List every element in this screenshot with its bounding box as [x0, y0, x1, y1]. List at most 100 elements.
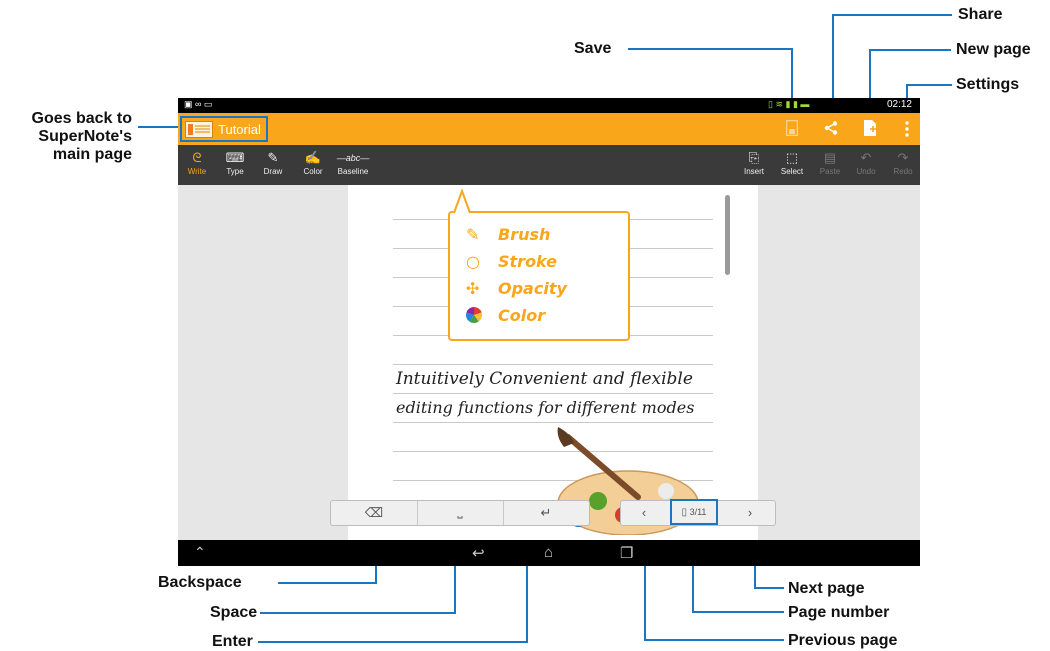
- baseline-icon: —abc—: [336, 153, 370, 163]
- write-label: Write: [187, 167, 207, 176]
- back-callout-line3: main page: [52, 146, 132, 163]
- tip-brush-label: Brush: [498, 225, 551, 244]
- new-page-leader: [869, 49, 951, 51]
- tablet-screen: ▣ ∞ ▭ ▯ ≋ ▮ ▮ ▬ 02:12 Tutorial ᘓ Write ⌨…: [178, 98, 920, 566]
- page-number-indicator[interactable]: ▯ 3/11: [670, 499, 718, 525]
- backspace-icon: ⌫: [364, 505, 384, 520]
- tip-opacity-label: Opacity: [498, 279, 567, 298]
- chevron-left-icon: ‹: [641, 505, 647, 520]
- previous-page-button[interactable]: ‹: [621, 501, 667, 525]
- keyboard-icon: ⌨: [225, 150, 245, 165]
- tool-bar: ᘓ Write ⌨ Type ✎ Draw ✍ Color —abc— Base…: [178, 145, 920, 185]
- brush-option-icon: ✎: [466, 225, 480, 244]
- ruled-line: [393, 393, 713, 394]
- back-callout-line1: Goes back to: [31, 110, 132, 127]
- opacity-option-icon: ✣: [466, 279, 480, 298]
- color-wheel-icon: [465, 306, 488, 325]
- draw-mode-button[interactable]: ✎ Draw: [254, 149, 292, 176]
- enter-callout: Enter: [212, 633, 253, 650]
- share-leader-v: [832, 14, 834, 108]
- share-leader: [832, 14, 952, 16]
- redo-label: Redo: [893, 167, 913, 176]
- notebook-title: Tutorial: [218, 122, 261, 137]
- enter-leader: [258, 641, 528, 643]
- save-callout: Save: [574, 40, 612, 57]
- notebook-icon: [185, 121, 213, 138]
- signal-icons: ▯ ≋ ▮ ▮ ▬: [768, 99, 810, 109]
- new-page-icon[interactable]: [864, 120, 876, 136]
- settings-leader: [906, 84, 952, 86]
- space-callout: Space: [210, 604, 258, 621]
- select-icon: ⬚: [785, 150, 799, 165]
- color-label: Color: [303, 167, 323, 176]
- undo-icon: ↶: [860, 150, 872, 165]
- back-callout-line2: SuperNote's: [38, 128, 132, 145]
- baseline-label: Baseline: [337, 167, 369, 176]
- undo-label: Undo: [856, 167, 876, 176]
- app-switch-up-icon[interactable]: ⌃: [194, 544, 206, 561]
- previous-page-leader: [644, 639, 784, 641]
- enter-button[interactable]: ↵: [503, 501, 589, 525]
- status-time: 02:12: [886, 99, 912, 110]
- tip-stroke: ○ Stroke: [466, 252, 557, 271]
- paste-button[interactable]: ▤ Paste: [811, 149, 849, 176]
- next-page-callout: Next page: [788, 580, 865, 597]
- next-page-button[interactable]: ›: [725, 501, 775, 525]
- system-nav-bar: ⌃ ↩ ⌂ ❐: [178, 540, 920, 566]
- space-button[interactable]: ⎵: [417, 501, 504, 525]
- enter-icon: ↵: [540, 505, 552, 520]
- recent-apps-icon[interactable]: ❐: [620, 544, 633, 562]
- editing-key-bar: ⌫ ⎵ ↵: [330, 500, 590, 526]
- write-icon: ᘓ: [192, 150, 202, 165]
- share-callout: Share: [958, 6, 1003, 23]
- color-button[interactable]: ✍ Color: [294, 149, 332, 176]
- backspace-callout: Backspace: [158, 574, 242, 591]
- share-icon[interactable]: [824, 121, 838, 135]
- title-bar: Tutorial: [178, 113, 920, 145]
- ruled-line: [393, 422, 713, 423]
- ruled-line: [393, 364, 713, 365]
- insert-label: Insert: [743, 167, 764, 176]
- baseline-button[interactable]: —abc— Baseline: [333, 149, 373, 176]
- back-leader: [138, 126, 180, 128]
- space-leader: [260, 612, 456, 614]
- back-icon[interactable]: ↩: [472, 544, 485, 562]
- page-number-leader: [692, 611, 784, 613]
- redo-button[interactable]: ↷ Redo: [884, 149, 920, 176]
- undo-button[interactable]: ↶ Undo: [847, 149, 885, 176]
- handwritten-line-1: Intuitively Convenient and flexible: [396, 369, 693, 389]
- home-icon[interactable]: ⌂: [544, 544, 553, 561]
- insert-button[interactable]: ⎘ Insert: [735, 149, 773, 176]
- previous-page-callout: Previous page: [788, 632, 898, 649]
- next-page-leader: [754, 587, 784, 589]
- handwritten-line-2: editing functions for different modes: [396, 398, 695, 417]
- select-button[interactable]: ⬚ Select: [773, 149, 811, 176]
- pen-options-tip: ✎ Brush ○ Stroke ✣ Opacity Color: [448, 189, 630, 341]
- paste-icon: ▤: [823, 150, 837, 165]
- space-icon: ⎵: [457, 503, 463, 518]
- type-label: Type: [226, 167, 244, 176]
- back-to-main-button[interactable]: Tutorial: [180, 116, 268, 142]
- chevron-right-icon: ›: [747, 505, 753, 520]
- tip-color-label: Color: [498, 306, 546, 325]
- draw-label: Draw: [263, 167, 283, 176]
- scrollbar-thumb[interactable]: [725, 195, 730, 275]
- save-leader: [628, 48, 793, 50]
- page-icon: ▯: [681, 507, 688, 518]
- status-bar: ▣ ∞ ▭ ▯ ≋ ▮ ▮ ▬ 02:12: [178, 98, 920, 113]
- stroke-option-icon: ○: [466, 252, 480, 271]
- write-mode-button[interactable]: ᘓ Write: [178, 149, 216, 176]
- overflow-menu-icon[interactable]: [905, 121, 909, 137]
- paste-label: Paste: [819, 167, 841, 176]
- tip-stroke-label: Stroke: [498, 252, 557, 271]
- save-icon[interactable]: [785, 119, 799, 137]
- new-page-callout: New page: [956, 41, 1031, 58]
- tip-opacity: ✣ Opacity: [466, 279, 567, 298]
- type-mode-button[interactable]: ⌨ Type: [216, 149, 254, 176]
- tip-color: Color: [465, 306, 546, 325]
- page-nav-bar: ‹ ▯ 3/11 ›: [620, 499, 776, 526]
- page-number-callout: Page number: [788, 604, 890, 621]
- backspace-button[interactable]: ⌫: [331, 501, 418, 525]
- redo-icon: ↷: [897, 150, 909, 165]
- brush-icon: ✎: [267, 150, 279, 165]
